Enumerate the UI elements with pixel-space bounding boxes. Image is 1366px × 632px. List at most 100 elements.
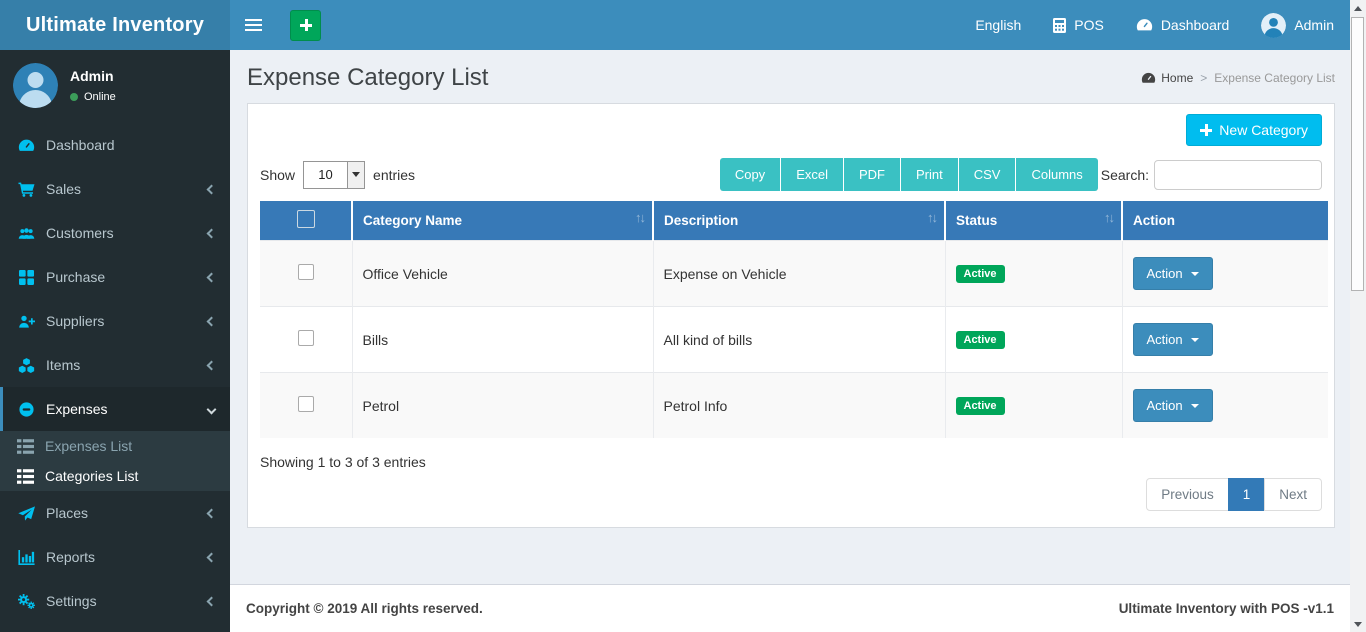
cell-description: Expense on Vehicle [653,241,945,307]
pagination-next-button[interactable]: Next [1264,478,1322,511]
sidebar-item-label: Places [46,505,88,521]
expenses-submenu: Expenses List Categories List [0,431,230,491]
select-all-checkbox[interactable] [297,210,315,228]
search-label: Search: [1101,167,1149,183]
language-menu[interactable]: English [959,0,1037,50]
cell-category-name: Office Vehicle [352,241,653,307]
plus-icon [1200,124,1212,136]
footer-version: Ultimate Inventory with POS -v1.1 [1119,601,1334,616]
row-checkbox[interactable] [298,264,314,280]
chevron-down-icon [207,404,217,414]
action-dropdown-button[interactable]: Action [1133,323,1213,356]
sidebar-item-customers[interactable]: Customers [0,211,230,255]
table-controls: Show 10 entries Copy Excel PDF Print [260,158,1322,191]
sidebar-item-dashboard[interactable]: Dashboard [0,123,230,167]
print-button[interactable]: Print [901,158,959,191]
scrollbar-thumb[interactable] [1351,17,1364,291]
grid-icon [15,270,37,285]
breadcrumb: Home > Expense Category List [1141,71,1335,85]
row-checkbox[interactable] [298,396,314,412]
breadcrumb-home[interactable]: Home [1141,71,1193,85]
chevron-left-icon [207,228,217,238]
table-row: Office Vehicle Expense on Vehicle Active… [260,241,1328,307]
submenu-item-label: Expenses List [45,438,132,454]
sidebar: Ultimate Inventory Admin Online [0,0,230,632]
list-icon [17,469,37,484]
gauge-icon [1136,18,1153,32]
sidebar-user-status: Online [84,91,116,103]
column-header-description[interactable]: Description [653,201,945,241]
select-dropdown-icon [347,162,364,188]
quick-add-button[interactable] [290,10,321,41]
minus-circle-icon [15,402,37,417]
pagination-page-1-button[interactable]: 1 [1228,478,1266,511]
page-length-select[interactable]: 10 [303,161,365,189]
sidebar-item-settings[interactable]: Settings [0,579,230,623]
page-title: Expense Category List [247,64,488,92]
sidebar-item-partial[interactable] [0,623,230,632]
sidebar-item-reports[interactable]: Reports [0,535,230,579]
sidebar-item-sales[interactable]: Sales [0,167,230,211]
csv-button[interactable]: CSV [959,158,1017,191]
chevron-left-icon [207,508,217,518]
scroll-down-button[interactable] [1350,616,1366,632]
breadcrumb-separator: > [1200,71,1207,85]
sidebar-item-label: Items [46,357,80,373]
action-dropdown-button[interactable]: Action [1133,389,1213,422]
sidebar-toggle-button[interactable] [230,0,277,50]
category-list-card: New Category Show 10 entries Co [247,103,1335,528]
sidebar-menu: Dashboard Sales Customers Pur [0,123,230,632]
scroll-up-button[interactable] [1350,0,1366,16]
users-icon [15,226,37,241]
row-checkbox[interactable] [298,330,314,346]
status-badge: Active [956,265,1005,283]
cell-description: All kind of bills [653,307,945,373]
table-row: Bills All kind of bills Active Action [260,307,1328,373]
table-info: Showing 1 to 3 of 3 entries [260,454,1322,470]
app-logo[interactable]: Ultimate Inventory [0,0,230,50]
user-menu-label: Admin [1294,17,1334,33]
avatar [13,63,58,108]
list-icon [17,439,37,454]
avatar [1261,13,1286,38]
sidebar-item-categories-list[interactable]: Categories List [0,461,230,491]
submenu-item-label: Categories List [45,468,138,484]
caret-down-icon [1191,404,1199,408]
page-length-value: 10 [304,162,347,188]
sidebar-item-expenses[interactable]: Expenses [0,387,230,431]
online-status-icon [70,93,78,101]
sidebar-item-purchase[interactable]: Purchase [0,255,230,299]
cubes-icon [15,358,37,373]
navbar-right: English POS Dashboard [959,0,1350,50]
sidebar-item-items[interactable]: Items [0,343,230,387]
sidebar-item-places[interactable]: Places [0,491,230,535]
column-header-status[interactable]: Status [945,201,1122,241]
app-title: Ultimate Inventory [26,14,204,37]
status-badge: Active [956,397,1005,415]
pdf-button[interactable]: PDF [844,158,901,191]
page-scrollbar[interactable] [1350,0,1366,632]
search-input[interactable] [1154,160,1322,190]
table-row: Petrol Petrol Info Active Action [260,373,1328,439]
chevron-left-icon [207,272,217,282]
chevron-left-icon [207,316,217,326]
excel-button[interactable]: Excel [781,158,844,191]
chevron-left-icon [207,552,217,562]
copy-button[interactable]: Copy [720,158,781,191]
new-category-button[interactable]: New Category [1186,114,1322,146]
main-area: English POS Dashboard [230,0,1350,632]
user-menu[interactable]: Admin [1245,0,1350,50]
pos-link[interactable]: POS [1037,0,1120,50]
pagination-previous-button[interactable]: Previous [1146,478,1229,511]
export-button-group: Copy Excel PDF Print CSV Columns [720,158,1098,191]
sidebar-item-expenses-list[interactable]: Expenses List [0,431,230,461]
sidebar-item-label: Dashboard [46,137,115,153]
dashboard-link[interactable]: Dashboard [1120,0,1246,50]
columns-button[interactable]: Columns [1016,158,1097,191]
sidebar-item-suppliers[interactable]: Suppliers [0,299,230,343]
bar-chart-icon [15,550,37,565]
user-plus-icon [15,314,37,329]
action-dropdown-button[interactable]: Action [1133,257,1213,290]
column-header-category-name[interactable]: Category Name [352,201,653,241]
breadcrumb-current: Expense Category List [1214,71,1335,85]
